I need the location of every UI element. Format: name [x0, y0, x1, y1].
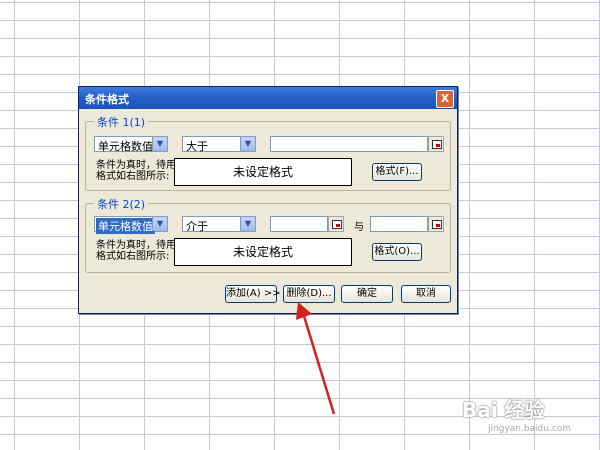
condition2-legend: 条件 2(2) — [94, 196, 149, 212]
and-label: 与 — [354, 222, 364, 233]
watermark-logo: Bai 经验 — [462, 398, 545, 422]
condition2-operator-value: 介于 — [186, 220, 208, 233]
condition2-operator-select[interactable]: 介于 ▼ — [182, 216, 256, 233]
delete-button[interactable]: 删除(D)... — [283, 285, 335, 303]
condition1-operator-select[interactable]: 大于 ▼ — [182, 136, 256, 153]
watermark-url: jingyan.baidu.com — [488, 424, 572, 434]
condition1-field-value: 单元格数值 — [98, 140, 153, 153]
chevron-down-icon[interactable]: ▼ — [240, 137, 255, 151]
condition2-hint: 条件为真时，待用格式如右图所示: — [96, 240, 176, 262]
ok-button[interactable]: 确定 — [341, 285, 393, 303]
condition2-field-select[interactable]: 单元格数值 ▼ — [94, 216, 168, 234]
add-button[interactable]: 添加(A) >> — [225, 285, 281, 303]
condition1-legend: 条件 1(1) — [94, 114, 149, 130]
close-icon[interactable]: X — [436, 90, 454, 108]
cancel-button[interactable]: 取消 — [401, 285, 451, 303]
dialog-title: 条件格式 — [85, 93, 129, 106]
condition1-group: 条件 1(1) 单元格数值 ▼ 大于 ▼ 条件为真时，待用格式如右图所示: 未设… — [85, 114, 451, 191]
condition1-operator-value: 大于 — [186, 140, 208, 153]
range-picker-icon[interactable] — [428, 216, 444, 232]
condition1-preview: 未设定格式 — [174, 158, 352, 186]
condition2-min-input[interactable] — [270, 216, 328, 232]
conditional-format-dialog: 条件格式 X 条件 1(1) 单元格数值 ▼ 大于 ▼ 条件为真时，待用格式如右… — [78, 86, 458, 314]
condition1-field-select[interactable]: 单元格数值 ▼ — [94, 136, 168, 153]
chevron-down-icon[interactable]: ▼ — [152, 217, 167, 231]
condition1-value-input[interactable] — [270, 136, 428, 152]
chevron-down-icon[interactable]: ▼ — [240, 217, 255, 231]
condition2-group: 条件 2(2) 单元格数值 ▼ 介于 ▼ 与 条件为真时，待用格式如右图所示: … — [85, 196, 451, 273]
chevron-down-icon[interactable]: ▼ — [152, 137, 167, 151]
dialog-titlebar[interactable]: 条件格式 X — [79, 87, 457, 109]
condition2-max-input[interactable] — [370, 216, 428, 232]
condition2-preview: 未设定格式 — [174, 238, 352, 266]
condition1-format-button[interactable]: 格式(F)... — [372, 163, 422, 181]
condition2-field-value: 单元格数值 — [96, 218, 155, 234]
condition2-format-button[interactable]: 格式(O)... — [372, 243, 422, 261]
range-picker-icon[interactable] — [428, 136, 444, 152]
condition1-hint: 条件为真时，待用格式如右图所示: — [96, 160, 176, 182]
range-picker-icon[interactable] — [328, 216, 344, 232]
